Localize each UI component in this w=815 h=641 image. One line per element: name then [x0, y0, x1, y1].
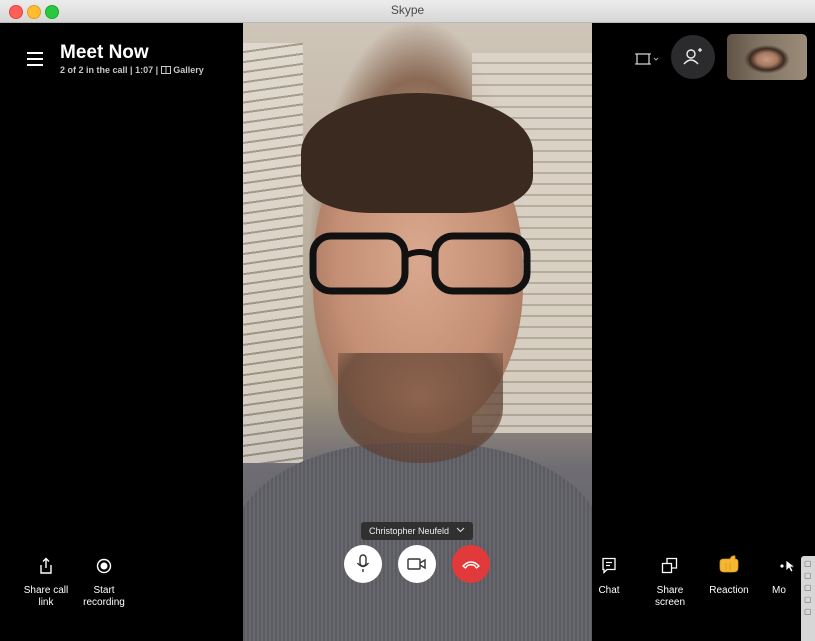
toolbar-glyph-icon[interactable]: ▢ [804, 571, 815, 580]
call-stage: Meet Now 2 of 2 in the call | 1:07 | Gal… [16, 23, 815, 641]
participant-beard [338, 353, 503, 463]
layout-switch-icon[interactable] [633, 50, 659, 68]
start-recording-button[interactable]: Start recording [78, 585, 130, 609]
camera-button[interactable] [398, 545, 436, 583]
menu-icon[interactable] [27, 52, 43, 66]
end-call-button[interactable] [452, 545, 490, 583]
mouse-cursor-icon [785, 559, 795, 573]
participant-count: 2 of 2 in the call [60, 65, 128, 75]
toolbar-glyph-icon[interactable]: ▢ [804, 607, 815, 616]
speaker-name: Christopher Neufeld [369, 526, 450, 536]
chat-icon[interactable] [601, 557, 617, 574]
share-icon[interactable] [38, 557, 54, 575]
participant-hair [301, 93, 533, 213]
share-screen-icon[interactable] [661, 557, 678, 574]
chevron-down-icon [456, 527, 464, 533]
reaction-button[interactable]: Reaction [706, 585, 752, 597]
toolbar-glyph-icon[interactable]: ▢ [804, 559, 815, 568]
gallery-view-toggle[interactable]: Gallery [160, 65, 204, 75]
call-status: 2 of 2 in the call | 1:07 | Gallery [60, 65, 204, 75]
participant-glasses [309, 232, 531, 295]
participant-shirt [243, 443, 592, 641]
add-participant-button[interactable] [671, 35, 715, 79]
speaker-name-dropdown[interactable]: Christopher Neufeld [361, 522, 473, 540]
self-video-preview[interactable] [727, 34, 807, 80]
reaction-hand-icon[interactable] [717, 554, 741, 574]
chat-button[interactable]: Chat [591, 585, 627, 597]
gallery-icon [160, 66, 171, 74]
mute-button[interactable] [344, 545, 382, 583]
toolbar-glyph-icon[interactable]: ▢ [804, 583, 815, 592]
microphone-icon [356, 554, 370, 572]
share-call-link-button[interactable]: Share call link [18, 585, 74, 609]
call-title: Meet Now [60, 42, 149, 63]
toolbar-glyph-icon[interactable]: ▢ [804, 595, 815, 604]
add-person-icon [683, 48, 702, 65]
hang-up-icon [462, 561, 480, 569]
call-duration: 1:07 [135, 65, 154, 75]
floating-toolbar-strip[interactable]: ▢ ▢ ▢ ▢ ▢ [801, 556, 815, 641]
video-background-blinds-left [243, 43, 303, 463]
window-titlebar: Skype [0, 0, 815, 23]
more-button[interactable]: Mo [772, 585, 802, 597]
share-screen-button[interactable]: Share screen [646, 585, 694, 609]
record-icon[interactable] [96, 558, 112, 574]
video-camera-icon [407, 558, 426, 570]
window-title: Skype [390, 3, 425, 17]
